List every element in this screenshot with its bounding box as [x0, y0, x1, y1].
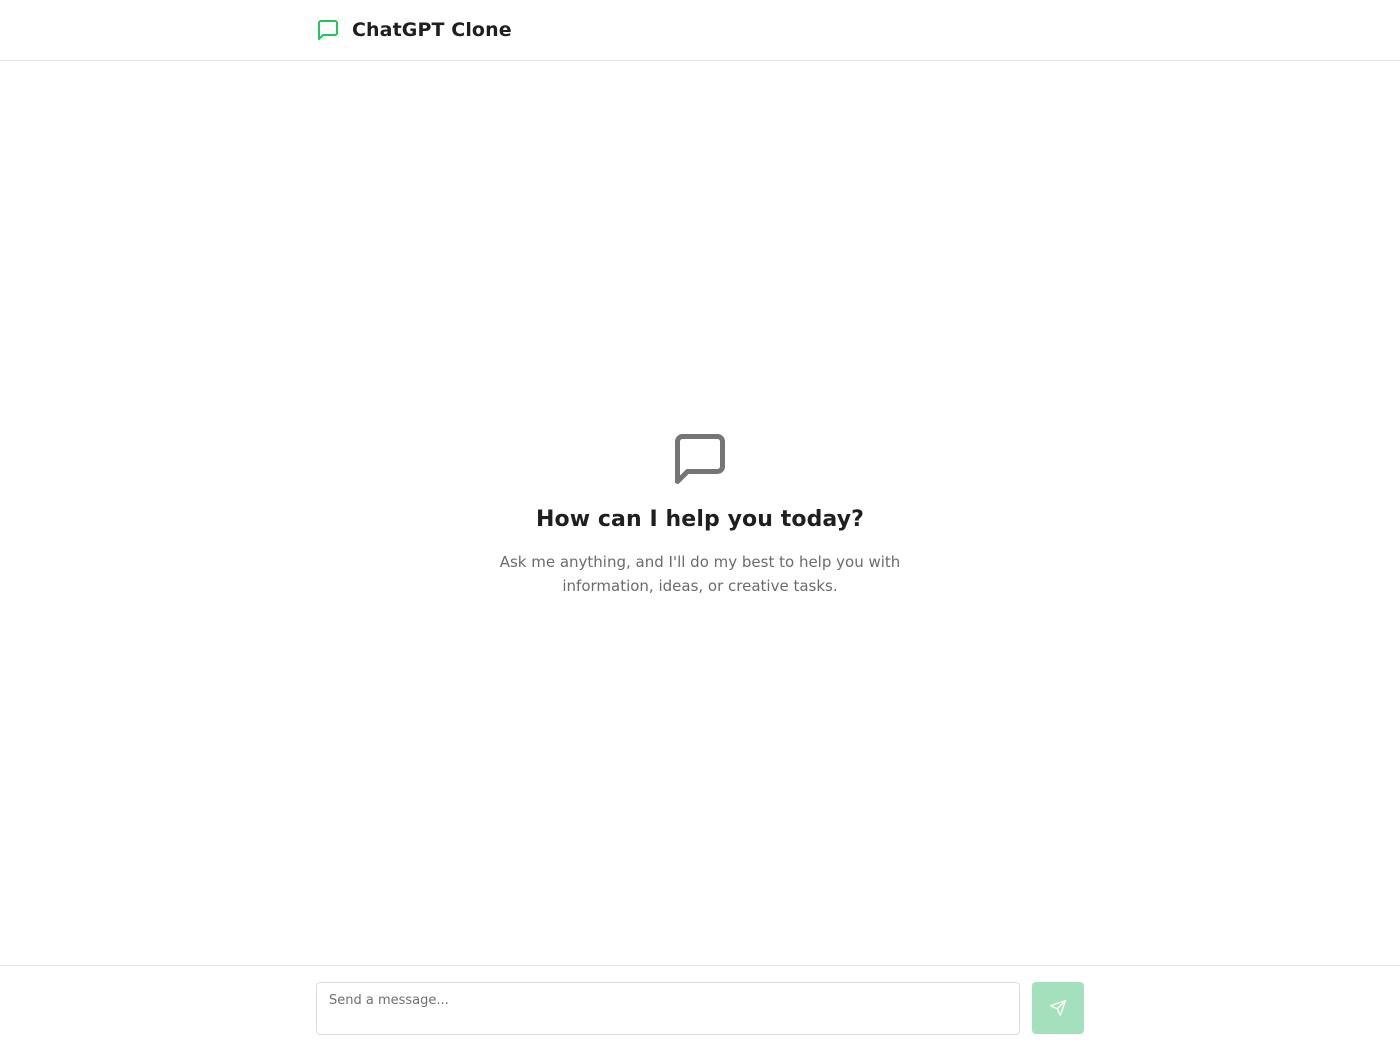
message-square-icon	[670, 429, 730, 489]
send-button[interactable]	[1032, 982, 1084, 1034]
send-icon	[1049, 999, 1067, 1017]
app-title: ChatGPT Clone	[352, 19, 512, 41]
message-input[interactable]	[316, 982, 1020, 1035]
chat-area: How can I help you today? Ask me anythin…	[0, 61, 1400, 965]
empty-state: How can I help you today? Ask me anythin…	[0, 429, 1400, 598]
composer	[316, 982, 1084, 1035]
app-header: ChatGPT Clone	[0, 0, 1400, 61]
brand: ChatGPT Clone	[316, 0, 512, 60]
empty-state-title: How can I help you today?	[535, 507, 865, 532]
message-square-icon	[316, 18, 340, 42]
empty-state-subtitle: Ask me anything, and I'll do my best to …	[499, 553, 901, 595]
composer-bar	[0, 965, 1400, 1050]
chat-app: ChatGPT Clone How can I help you today? …	[0, 0, 1400, 1050]
